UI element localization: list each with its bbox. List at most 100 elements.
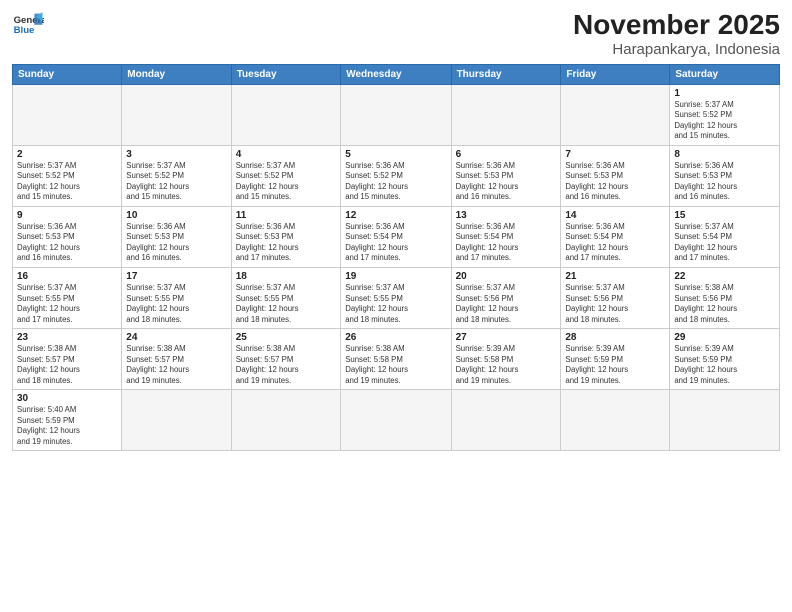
calendar-cell: 19Sunrise: 5:37 AM Sunset: 5:55 PM Dayli… [341,267,451,328]
calendar-cell: 4Sunrise: 5:37 AM Sunset: 5:52 PM Daylig… [231,145,341,206]
calendar-cell [13,84,122,145]
day-number: 20 [456,271,557,282]
calendar-cell: 23Sunrise: 5:38 AM Sunset: 5:57 PM Dayli… [13,329,122,390]
calendar-cell: 12Sunrise: 5:36 AM Sunset: 5:54 PM Dayli… [341,206,451,267]
logo-icon: General Blue [12,10,44,38]
day-number: 1 [674,88,775,99]
calendar-cell: 25Sunrise: 5:38 AM Sunset: 5:57 PM Dayli… [231,329,341,390]
calendar-cell: 5Sunrise: 5:36 AM Sunset: 5:52 PM Daylig… [341,145,451,206]
day-info: Sunrise: 5:37 AM Sunset: 5:52 PM Dayligh… [126,161,226,203]
calendar-week-1: 1Sunrise: 5:37 AM Sunset: 5:52 PM Daylig… [13,84,780,145]
day-number: 7 [565,149,665,160]
calendar-week-4: 16 Sunrise: 5:37 AM Sunset: 5:55 PM Dayli… [13,267,780,328]
calendar-cell: 7Sunrise: 5:36 AM Sunset: 5:53 PM Daylig… [561,145,670,206]
day-info: Sunrise: 5:36 AM Sunset: 5:52 PM Dayligh… [345,161,446,203]
calendar-cell: 24Sunrise: 5:38 AM Sunset: 5:57 PM Dayli… [122,329,231,390]
calendar-week-3: 9Sunrise: 5:36 AM Sunset: 5:53 PM Daylig… [13,206,780,267]
day-info: Sunrise: 5:37 AM Sunset: 5:52 PM Dayligh… [17,161,117,203]
day-info: Sunrise: 5:36 AM Sunset: 5:53 PM Dayligh… [565,161,665,203]
calendar-cell [561,84,670,145]
calendar-cell: 17Sunrise: 5:37 AM Sunset: 5:55 PM Dayli… [122,267,231,328]
day-info: Sunrise: 5:37 AM Sunset: 5:55 PM Dayligh… [126,283,226,325]
day-info: Sunrise: 5:37 AM Sunset: 5:56 PM Dayligh… [565,283,665,325]
calendar-cell: 16Sunrise: 5:37 AM Sunset: 5:55 PM Dayli… [13,267,122,328]
calendar-cell [670,390,780,451]
calendar-cell: 11Sunrise: 5:36 AM Sunset: 5:53 PM Dayli… [231,206,341,267]
weekday-header-monday: Monday [122,64,231,84]
day-number: 25 [236,332,337,343]
calendar-cell: 13Sunrise: 5:36 AM Sunset: 5:54 PM Dayli… [451,206,561,267]
day-number: 22 [674,271,775,282]
calendar-cell: 29Sunrise: 5:39 AM Sunset: 5:59 PM Dayli… [670,329,780,390]
day-number: 15 [674,210,775,221]
weekday-header-tuesday: Tuesday [231,64,341,84]
calendar-cell: 3Sunrise: 5:37 AM Sunset: 5:52 PM Daylig… [122,145,231,206]
calendar-cell: 9Sunrise: 5:36 AM Sunset: 5:53 PM Daylig… [13,206,122,267]
calendar-cell: 2Sunrise: 5:37 AM Sunset: 5:52 PM Daylig… [13,145,122,206]
calendar-cell: 26Sunrise: 5:38 AM Sunset: 5:58 PM Dayli… [341,329,451,390]
day-number: 11 [236,210,337,221]
day-number: 17 [126,271,226,282]
day-number: 8 [674,149,775,160]
day-info: Sunrise: 5:38 AM Sunset: 5:57 PM Dayligh… [236,344,337,386]
calendar-cell [451,390,561,451]
calendar-cell [231,84,341,145]
calendar-cell: 21Sunrise: 5:37 AM Sunset: 5:56 PM Dayli… [561,267,670,328]
weekday-header-thursday: Thursday [451,64,561,84]
svg-text:Blue: Blue [14,25,35,36]
day-info: Sunrise: 5:36 AM Sunset: 5:53 PM Dayligh… [236,222,337,264]
title-block: November 2025 Harapankarya, Indonesia [573,10,780,58]
day-number: 19 [345,271,446,282]
day-info: Sunrise: 5:36 AM Sunset: 5:54 PM Dayligh… [565,222,665,264]
day-info: Sunrise: 5:36 AM Sunset: 5:53 PM Dayligh… [674,161,775,203]
weekday-header-wednesday: Wednesday [341,64,451,84]
day-info: Sunrise: 5:39 AM Sunset: 5:59 PM Dayligh… [674,344,775,386]
calendar-cell: 1Sunrise: 5:37 AM Sunset: 5:52 PM Daylig… [670,84,780,145]
calendar-week-6: 30Sunrise: 5:40 AM Sunset: 5:59 PM Dayli… [13,390,780,451]
calendar-week-5: 23Sunrise: 5:38 AM Sunset: 5:57 PM Dayli… [13,329,780,390]
calendar-cell [451,84,561,145]
day-number: 10 [126,210,226,221]
day-number: 4 [236,149,337,160]
calendar-cell: 14Sunrise: 5:36 AM Sunset: 5:54 PM Dayli… [561,206,670,267]
day-info: Sunrise: 5:40 AM Sunset: 5:59 PM Dayligh… [17,405,117,447]
calendar-table: SundayMondayTuesdayWednesdayThursdayFrid… [12,64,780,451]
weekday-header-friday: Friday [561,64,670,84]
day-info: Sunrise: 5:38 AM Sunset: 5:57 PM Dayligh… [17,344,117,386]
calendar-cell [122,84,231,145]
day-number: 27 [456,332,557,343]
day-info: Sunrise: 5:36 AM Sunset: 5:53 PM Dayligh… [17,222,117,264]
day-number: 16 [17,271,117,282]
calendar-cell: 18Sunrise: 5:37 AM Sunset: 5:55 PM Dayli… [231,267,341,328]
calendar-cell: 6Sunrise: 5:36 AM Sunset: 5:53 PM Daylig… [451,145,561,206]
day-number: 5 [345,149,446,160]
logo: General Blue [12,10,44,38]
calendar-cell: 30Sunrise: 5:40 AM Sunset: 5:59 PM Dayli… [13,390,122,451]
day-number: 3 [126,149,226,160]
day-info: Sunrise: 5:37 AM Sunset: 5:56 PM Dayligh… [456,283,557,325]
day-number: 28 [565,332,665,343]
calendar-cell [561,390,670,451]
page-title: November 2025 [573,10,780,41]
page-subtitle: Harapankarya, Indonesia [573,41,780,58]
calendar-cell: 27Sunrise: 5:39 AM Sunset: 5:58 PM Dayli… [451,329,561,390]
day-number: 6 [456,149,557,160]
day-number: 14 [565,210,665,221]
day-number: 23 [17,332,117,343]
day-info: Sunrise: 5:36 AM Sunset: 5:54 PM Dayligh… [345,222,446,264]
day-number: 2 [17,149,117,160]
calendar-cell: 10Sunrise: 5:36 AM Sunset: 5:53 PM Dayli… [122,206,231,267]
calendar-cell: 15Sunrise: 5:37 AM Sunset: 5:54 PM Dayli… [670,206,780,267]
day-info: Sunrise: 5:36 AM Sunset: 5:53 PM Dayligh… [456,161,557,203]
weekday-header-saturday: Saturday [670,64,780,84]
calendar-cell: 28Sunrise: 5:39 AM Sunset: 5:59 PM Dayli… [561,329,670,390]
calendar-cell: 8Sunrise: 5:36 AM Sunset: 5:53 PM Daylig… [670,145,780,206]
day-info: Sunrise: 5:38 AM Sunset: 5:58 PM Dayligh… [345,344,446,386]
day-info: Sunrise: 5:37 AM Sunset: 5:55 PM Dayligh… [345,283,446,325]
calendar-header-row: SundayMondayTuesdayWednesdayThursdayFrid… [13,64,780,84]
day-number: 12 [345,210,446,221]
day-number: 18 [236,271,337,282]
day-info: Sunrise: 5:37 AM Sunset: 5:54 PM Dayligh… [674,222,775,264]
calendar-cell [231,390,341,451]
calendar-cell [341,390,451,451]
